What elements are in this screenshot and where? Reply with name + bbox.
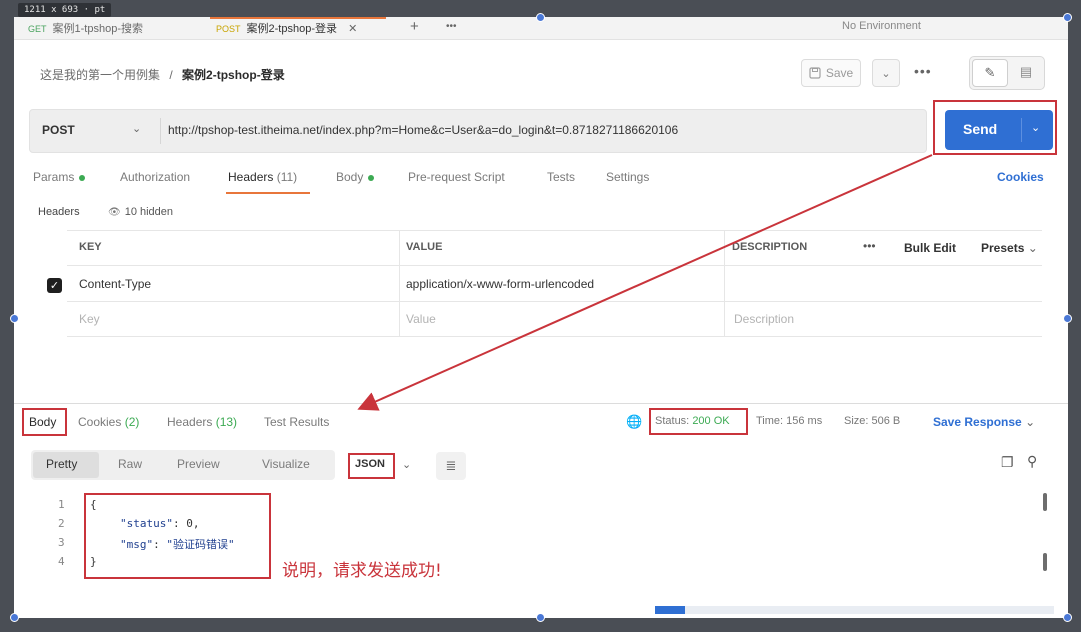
resize-handle[interactable]	[10, 314, 19, 323]
annotation-arrow	[357, 154, 933, 411]
postman-window: GET 案例1-tpshop-搜索 POST 案例2-tpshop-登录 ✕ + •…	[14, 17, 1068, 618]
dimension-badge: 1211 x 693 · pt	[18, 3, 112, 17]
taskbar-strip	[685, 606, 1054, 614]
resize-handle[interactable]	[1063, 13, 1072, 22]
resize-handle[interactable]	[1063, 613, 1072, 622]
taskbar-indicator	[655, 606, 685, 614]
resize-handle[interactable]	[536, 13, 545, 22]
resize-handle[interactable]	[10, 613, 19, 622]
resize-handle[interactable]	[1063, 314, 1072, 323]
resize-handle[interactable]	[536, 613, 545, 622]
